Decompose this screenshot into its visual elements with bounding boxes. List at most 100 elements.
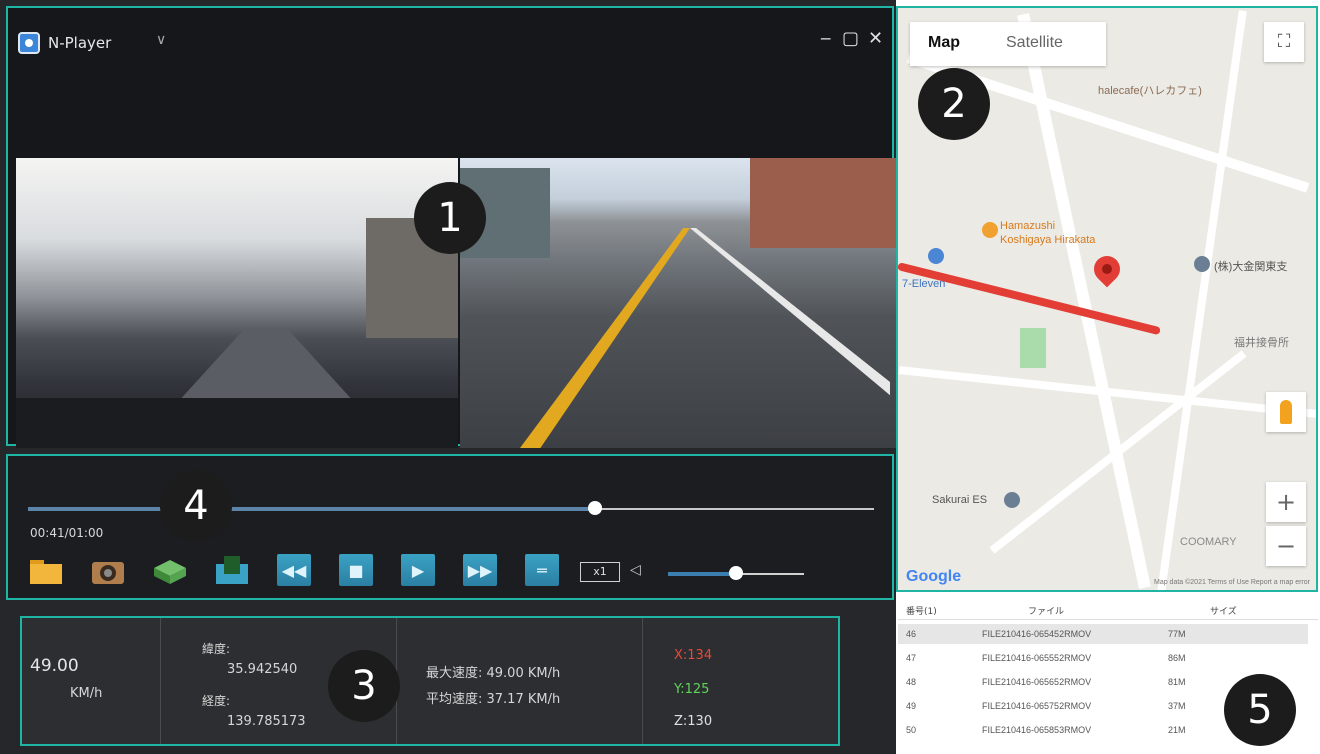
- map-icon: [154, 560, 186, 584]
- street-view-pegman-icon[interactable]: [1266, 392, 1306, 432]
- rewind-button[interactable]: ◀◀: [276, 552, 312, 588]
- volume-level: [668, 572, 736, 576]
- app-root: N-Player ∨ ‒ ▢ ✕ 1 00:41/01:00 ◀◀ ■ ▶ ▶▶…: [0, 0, 1320, 754]
- gsensor-button[interactable]: [214, 552, 250, 588]
- latitude-label: 緯度:: [202, 642, 231, 656]
- average-speed: 平均速度: 37.17 KM/h: [426, 692, 561, 707]
- file-list-header: 番号(1) ファイル サイズ: [898, 598, 1318, 620]
- file-name: FILE210416-065552RMOV: [982, 653, 1092, 663]
- location-pin-icon[interactable]: [1088, 250, 1126, 288]
- column-header-number[interactable]: 番号(1): [906, 604, 937, 617]
- file-name: FILE210416-065452RMOV: [982, 629, 1092, 639]
- table-row[interactable]: 47 FILE210416-065552RMOV 86M: [898, 648, 1308, 668]
- file-size: 21M: [1168, 725, 1186, 735]
- file-size: 81M: [1168, 677, 1186, 687]
- volume-icon[interactable]: ◁: [630, 562, 641, 578]
- file-list: 番号(1) ファイル サイズ 46 FILE210416-065452RMOV …: [898, 598, 1318, 752]
- fast-forward-button[interactable]: ▶▶: [462, 552, 498, 588]
- tab-satellite[interactable]: Satellite: [1006, 34, 1063, 52]
- file-size: 37M: [1168, 701, 1186, 711]
- snapshot-button[interactable]: [90, 552, 126, 588]
- file-name: FILE210416-065853RMOV: [982, 725, 1092, 735]
- longitude-value: 139.785173: [227, 714, 306, 729]
- poi-label: 福井接骨所: [1234, 337, 1289, 349]
- building-image: [750, 158, 896, 248]
- google-logo: Google: [906, 568, 962, 585]
- speed-unit: KM/h: [70, 686, 103, 701]
- file-name: FILE210416-065652RMOV: [982, 677, 1092, 687]
- app-menu-chevron-icon[interactable]: ∨: [156, 32, 166, 48]
- current-speed: 49.00: [30, 656, 79, 676]
- app-logo-icon: [18, 32, 40, 54]
- file-size: 77M: [1168, 629, 1186, 639]
- poi-label: COOMARY: [1180, 536, 1237, 548]
- callout-badge-5: 5: [1224, 674, 1296, 746]
- rewind-icon: ◀◀: [277, 554, 311, 586]
- column-header-size[interactable]: サイズ: [1210, 604, 1237, 617]
- max-speed: 最大速度: 49.00 KM/h: [426, 666, 561, 681]
- dashboard-image: [16, 398, 458, 448]
- longitude-label: 経度:: [202, 694, 231, 708]
- app-title: N-Player: [48, 34, 112, 52]
- poi-label: Hamazushi: [1000, 220, 1056, 232]
- callout-badge-2: 2: [918, 68, 990, 140]
- tab-map[interactable]: Map: [928, 34, 960, 52]
- school-icon: [1004, 492, 1020, 508]
- callout-badge-4: 4: [160, 470, 232, 542]
- playback-speed-button[interactable]: x1: [580, 562, 620, 582]
- playback-time: 00:41/01:00: [30, 526, 104, 540]
- poi-label: Koshigaya Hirakata: [1000, 234, 1096, 246]
- minimize-icon[interactable]: ‒: [820, 28, 831, 49]
- column-header-file[interactable]: ファイル: [1028, 604, 1064, 617]
- stop-button[interactable]: ■: [338, 552, 374, 588]
- gsensor-y: Y:125: [674, 682, 710, 697]
- file-size: 86M: [1168, 653, 1186, 663]
- gsensor-z: Z:130: [674, 714, 713, 729]
- map-toggle-button[interactable]: [152, 552, 188, 588]
- zoom-out-button[interactable]: −: [1266, 526, 1306, 566]
- seek-thumb[interactable]: [588, 501, 602, 515]
- gsensor-x: X:134: [674, 648, 713, 663]
- map-type-tabs: Map Satellite: [910, 22, 1106, 66]
- play-icon: ▶: [401, 554, 435, 586]
- callout-badge-1: 1: [414, 182, 486, 254]
- rear-camera-video[interactable]: [16, 158, 458, 448]
- callout-badge-3: 3: [328, 650, 400, 722]
- poi-label: (株)大金関東支: [1214, 261, 1288, 273]
- file-number: 48: [906, 677, 917, 687]
- sensor-icon: [216, 556, 248, 584]
- poi-label: halecafe(ハレカフェ): [1098, 85, 1202, 97]
- close-icon[interactable]: ✕: [868, 28, 883, 49]
- open-folder-button[interactable]: [28, 552, 64, 588]
- place-icon: [1194, 256, 1210, 272]
- file-number: 47: [906, 653, 917, 663]
- latitude-value: 35.942540: [227, 662, 298, 677]
- lane-marking-image: [520, 228, 690, 448]
- restore-icon[interactable]: ▢: [842, 28, 859, 49]
- trip-info-panel: 49.00 KM/h 緯度: 35.942540 経度: 139.785173 …: [20, 616, 840, 746]
- split-view-button[interactable]: ═: [524, 552, 560, 588]
- playback-controls: 00:41/01:00 ◀◀ ■ ▶ ▶▶ ═ x1 ◁: [6, 454, 894, 600]
- park-area: [1020, 328, 1046, 368]
- stop-icon: ■: [339, 554, 373, 586]
- seek-progress: [28, 507, 595, 511]
- table-row[interactable]: 46 FILE210416-065452RMOV 77M: [898, 624, 1308, 644]
- zoom-in-button[interactable]: +: [1266, 482, 1306, 522]
- play-button[interactable]: ▶: [400, 552, 436, 588]
- file-number: 50: [906, 725, 917, 735]
- volume-thumb[interactable]: [729, 566, 743, 580]
- player-panel: N-Player ∨ ‒ ▢ ✕ 1 00:41/01:00 ◀◀ ■ ▶ ▶▶…: [0, 0, 896, 754]
- divider: [160, 618, 161, 744]
- file-number: 46: [906, 629, 917, 639]
- map-footer[interactable]: Map data ©2021 Terms of Use Report a map…: [1154, 579, 1310, 586]
- lane-marking-image: [690, 228, 890, 396]
- divider: [642, 618, 643, 744]
- route-line: [898, 262, 1161, 336]
- camera-icon: [92, 562, 124, 584]
- file-name: FILE210416-065752RMOV: [982, 701, 1092, 711]
- folder-icon: [30, 560, 62, 584]
- file-number: 49: [906, 701, 917, 711]
- fullscreen-icon[interactable]: ⛶: [1264, 22, 1304, 62]
- restaurant-icon: [982, 222, 998, 238]
- front-camera-video[interactable]: [460, 158, 896, 448]
